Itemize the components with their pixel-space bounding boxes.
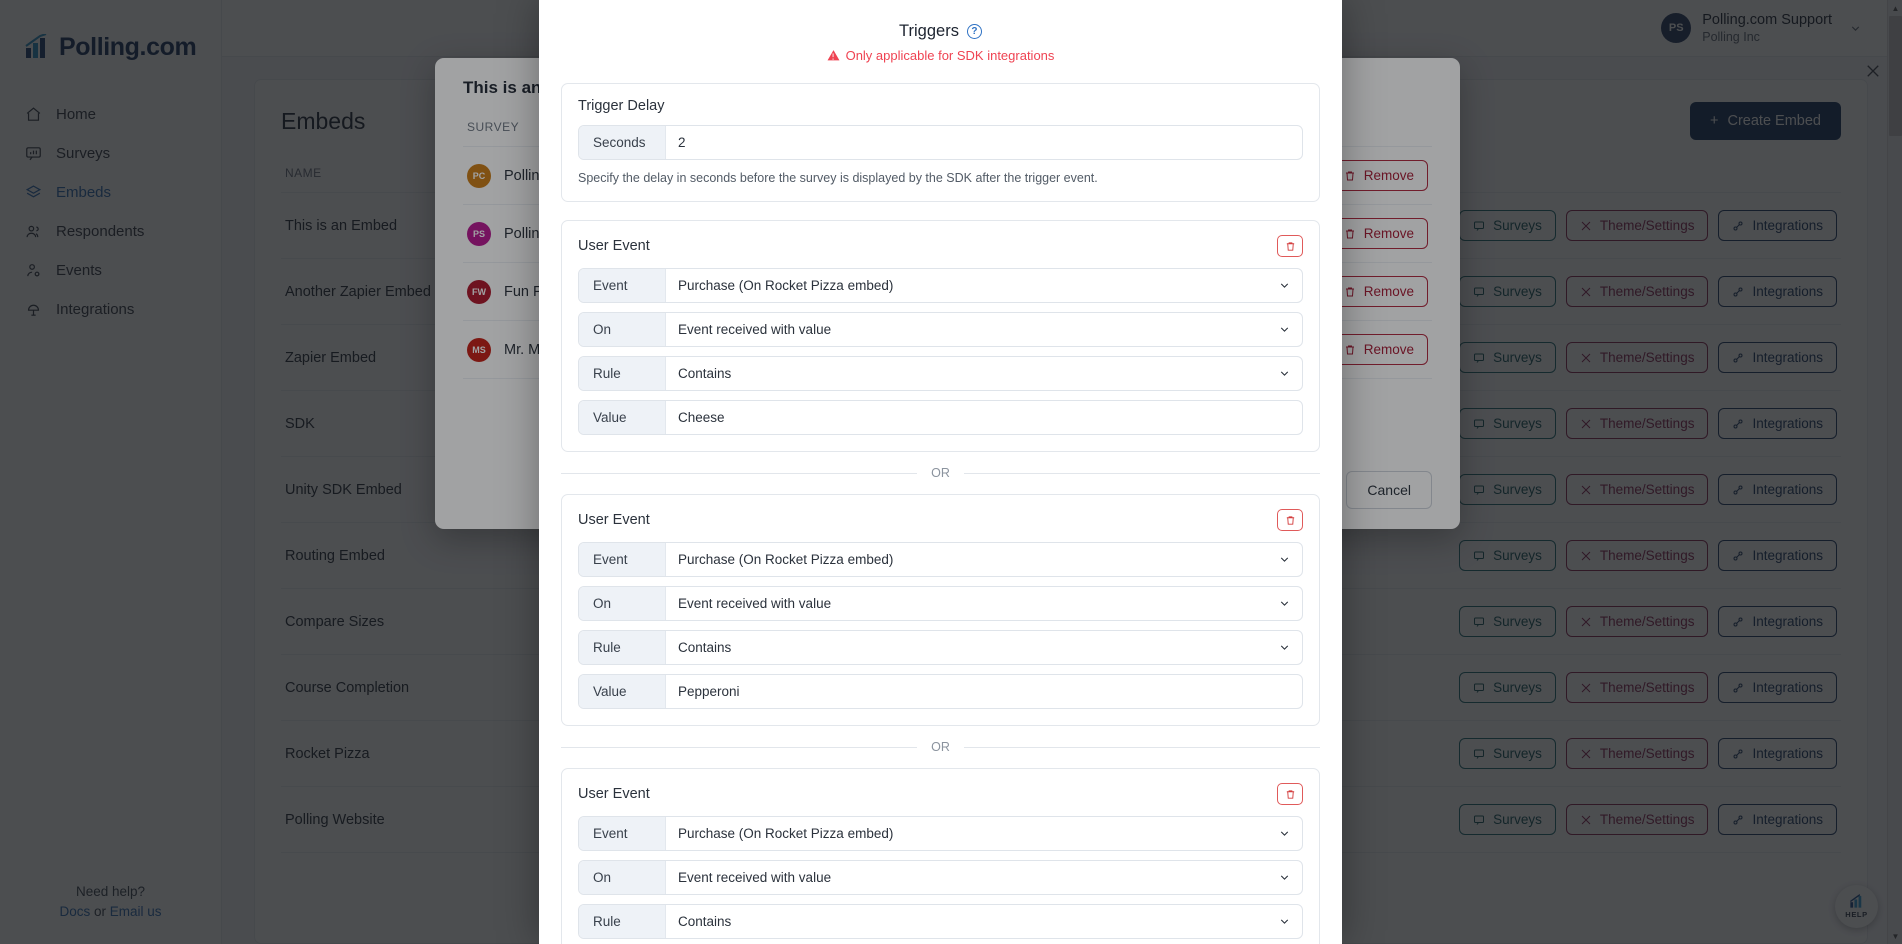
value-field-input[interactable]: Cheese bbox=[666, 401, 1302, 434]
value-field-label: Value bbox=[579, 401, 666, 434]
rule-field[interactable]: Rule Contains bbox=[578, 630, 1303, 665]
trigger-delay-hint: Specify the delay in seconds before the … bbox=[578, 171, 1098, 185]
value-field-label: Value bbox=[579, 675, 666, 708]
rule-field[interactable]: Rule Contains bbox=[578, 904, 1303, 939]
info-circle-icon[interactable]: ? bbox=[966, 24, 982, 39]
sdk-warning: Only applicable for SDK integrations bbox=[539, 48, 1342, 63]
on-field-value[interactable]: Event received with value bbox=[666, 861, 1266, 894]
delete-user-event-button[interactable] bbox=[1277, 509, 1303, 531]
chevron-down-icon[interactable] bbox=[1266, 313, 1302, 346]
event-field[interactable]: Event Purchase (On Rocket Pizza embed) bbox=[578, 268, 1303, 303]
chevron-down-icon[interactable] bbox=[1266, 357, 1302, 390]
on-field[interactable]: On Event received with value bbox=[578, 586, 1303, 621]
on-field[interactable]: On Event received with value bbox=[578, 860, 1303, 895]
rule-field-value[interactable]: Contains bbox=[666, 905, 1266, 938]
on-field-label: On bbox=[579, 861, 666, 894]
chevron-down-icon[interactable] bbox=[1266, 861, 1302, 894]
triggers-scroll-area[interactable]: Trigger Delay Seconds 2 Specify the dela… bbox=[539, 73, 1342, 944]
event-field-value[interactable]: Purchase (On Rocket Pizza embed) bbox=[666, 269, 1266, 302]
triggers-modal: Triggers ? Only applicable for SDK integ… bbox=[539, 0, 1342, 944]
user-event-panel: User Event Event Purchase (On Rocket Pizza… bbox=[561, 768, 1320, 944]
user-event-title: User Event bbox=[578, 512, 650, 528]
event-field-value[interactable]: Purchase (On Rocket Pizza embed) bbox=[666, 543, 1266, 576]
on-field-value[interactable]: Event received with value bbox=[666, 587, 1266, 620]
chevron-down-icon[interactable] bbox=[1266, 269, 1302, 302]
on-field-value[interactable]: Event received with value bbox=[666, 313, 1266, 346]
event-field-label: Event bbox=[579, 543, 666, 576]
user-event-header: User Event bbox=[578, 235, 1303, 257]
rule-field-label: Rule bbox=[579, 357, 666, 390]
rule-field-label: Rule bbox=[579, 631, 666, 664]
value-field-input[interactable]: Pepperoni bbox=[666, 675, 1302, 708]
seconds-label: Seconds bbox=[579, 126, 666, 159]
or-label: OR bbox=[931, 466, 950, 480]
or-separator: OR bbox=[561, 740, 1320, 754]
chevron-down-icon[interactable] bbox=[1266, 631, 1302, 664]
value-field[interactable]: Value Cheese bbox=[578, 400, 1303, 435]
seconds-input[interactable]: 2 bbox=[666, 126, 1302, 159]
rule-field-label: Rule bbox=[579, 905, 666, 938]
or-label: OR bbox=[931, 740, 950, 754]
user-event-title: User Event bbox=[578, 238, 650, 254]
value-field[interactable]: Value Pepperoni bbox=[578, 674, 1303, 709]
event-field-label: Event bbox=[579, 817, 666, 850]
delete-user-event-button[interactable] bbox=[1277, 235, 1303, 257]
user-event-header: User Event bbox=[578, 509, 1303, 531]
trigger-delay-header: Trigger Delay bbox=[578, 98, 1303, 114]
trigger-delay-panel: Trigger Delay Seconds 2 Specify the dela… bbox=[561, 83, 1320, 202]
triggers-title-wrap: Triggers ? bbox=[899, 22, 982, 41]
chevron-down-icon[interactable] bbox=[1266, 817, 1302, 850]
user-event-panel: User Event Event Purchase (On Rocket Pizza… bbox=[561, 220, 1320, 452]
rule-field[interactable]: Rule Contains bbox=[578, 356, 1303, 391]
sdk-warning-text: Only applicable for SDK integrations bbox=[845, 48, 1055, 63]
trash-icon bbox=[1285, 515, 1296, 526]
on-field-label: On bbox=[579, 587, 666, 620]
trash-icon bbox=[1285, 789, 1296, 800]
chevron-down-icon[interactable] bbox=[1266, 543, 1302, 576]
event-field[interactable]: Event Purchase (On Rocket Pizza embed) bbox=[578, 816, 1303, 851]
warning-triangle-icon bbox=[827, 49, 840, 62]
app-root: Polling.com Home Surveys bbox=[0, 0, 1902, 944]
event-field-value[interactable]: Purchase (On Rocket Pizza embed) bbox=[666, 817, 1266, 850]
trigger-delay-title: Trigger Delay bbox=[578, 98, 665, 114]
event-field-label: Event bbox=[579, 269, 666, 302]
chevron-down-icon[interactable] bbox=[1266, 905, 1302, 938]
event-field[interactable]: Event Purchase (On Rocket Pizza embed) bbox=[578, 542, 1303, 577]
trash-icon bbox=[1285, 241, 1296, 252]
on-field-label: On bbox=[579, 313, 666, 346]
on-field[interactable]: On Event received with value bbox=[578, 312, 1303, 347]
user-event-panel: User Event Event Purchase (On Rocket Pizza… bbox=[561, 494, 1320, 726]
or-separator: OR bbox=[561, 466, 1320, 480]
seconds-field[interactable]: Seconds 2 bbox=[578, 125, 1303, 160]
triggers-title: Triggers bbox=[899, 22, 959, 40]
triggers-modal-header: Triggers ? Only applicable for SDK integ… bbox=[539, 0, 1342, 73]
rule-field-value[interactable]: Contains bbox=[666, 357, 1266, 390]
delete-user-event-button[interactable] bbox=[1277, 783, 1303, 805]
rule-field-value[interactable]: Contains bbox=[666, 631, 1266, 664]
user-event-title: User Event bbox=[578, 786, 650, 802]
user-event-header: User Event bbox=[578, 783, 1303, 805]
chevron-down-icon[interactable] bbox=[1266, 587, 1302, 620]
